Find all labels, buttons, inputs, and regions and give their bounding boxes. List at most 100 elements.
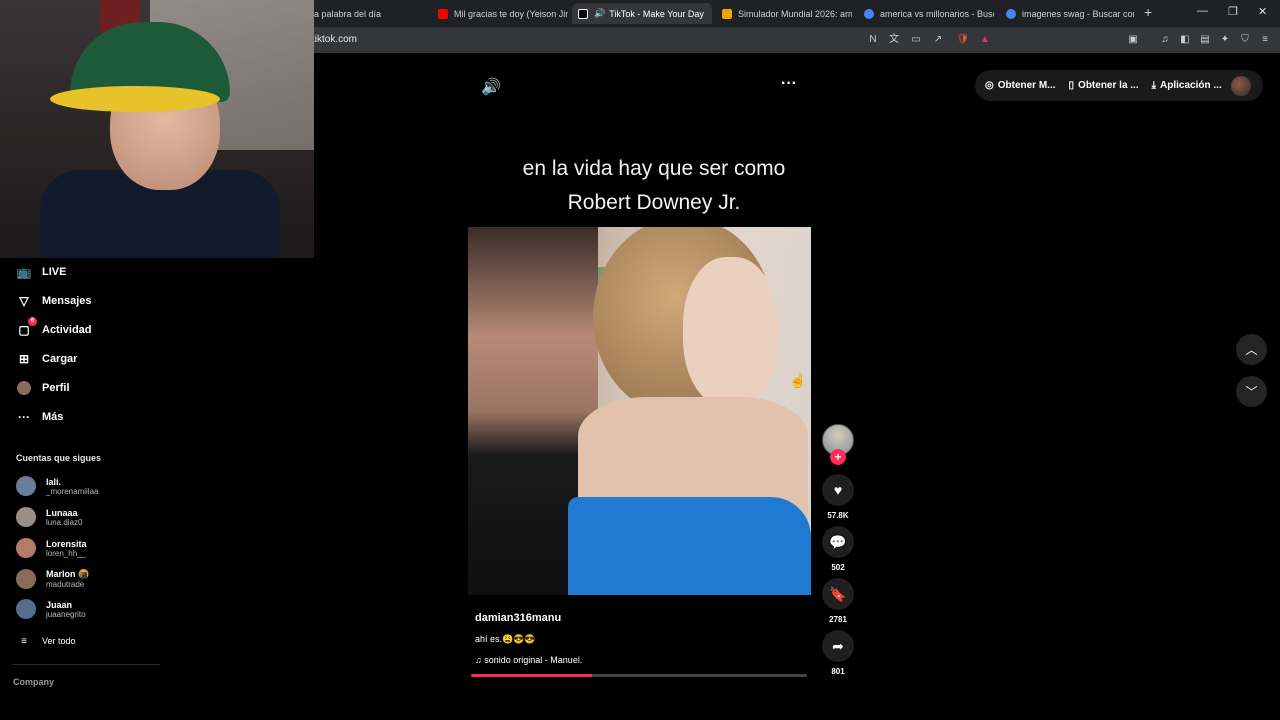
previous-video-button[interactable]: ︿: [1236, 334, 1267, 365]
sidebar-item-activity[interactable]: ▢ 6 Actividad: [16, 317, 92, 338]
share-icon[interactable]: ↗: [931, 33, 945, 47]
account-avatar: [16, 569, 36, 589]
account-name: lali.: [46, 476, 62, 487]
see-all-link[interactable]: ≡ Ver todo: [16, 633, 76, 649]
media-music-icon[interactable]: ♫: [1158, 33, 1172, 47]
get-coins-label: Obtener M...: [997, 80, 1056, 91]
phone-icon: ▯: [1068, 80, 1075, 91]
profile-avatar: [16, 380, 32, 396]
restore-icon[interactable]: ❐: [1228, 5, 1238, 18]
browser-tab[interactable]: america vs millonarios - Busca: [858, 3, 994, 24]
hand-cursor-icon: ☝: [789, 372, 807, 388]
webcam-person-cap-brim: [50, 86, 220, 112]
music-note-icon: ♫: [475, 655, 485, 665]
url-text[interactable]: tiktok.com: [312, 34, 357, 45]
following-account[interactable]: Lorensita loren_hh__: [16, 538, 87, 558]
comment-bubble-icon: 💬: [829, 533, 847, 550]
vpn-shield-icon[interactable]: ⛉: [1238, 33, 1252, 47]
get-app-button[interactable]: ▯ Obtener la ...: [1069, 80, 1139, 91]
download-app-button[interactable]: ⤓ Aplicación ...: [1152, 80, 1222, 91]
paper-plane-icon: ▽: [19, 294, 29, 308]
browser-tab[interactable]: imagenes swag - Buscar con G: [1000, 3, 1134, 24]
browser-tab[interactable]: Mil gracias te doy (Yeison Jimé: [432, 3, 568, 24]
sidebar-item-messages[interactable]: ▽ Mensajes: [16, 293, 92, 309]
translate-icon[interactable]: 文: [887, 33, 901, 47]
brave-shield-icon[interactable]: 🛡: [956, 33, 970, 47]
save-count: 2781: [829, 615, 847, 624]
video-player[interactable]: [468, 227, 811, 595]
company-link[interactable]: Company: [13, 677, 54, 687]
following-account[interactable]: Juaan juaanegrito: [16, 599, 86, 619]
heart-icon: ♥: [833, 482, 843, 498]
sidebar-item-label: Mensajes: [42, 295, 92, 307]
tab-title: a palabra del día: [314, 8, 382, 19]
share-button[interactable]: ➦: [822, 630, 854, 662]
wallet-icon[interactable]: ▤: [1198, 33, 1212, 47]
chevron-down-icon: ﹀: [1245, 385, 1258, 399]
reader-icon[interactable]: N: [866, 33, 880, 47]
video-person-right-dress: [568, 497, 811, 595]
streamer-webcam: [0, 0, 314, 258]
download-app-label: Aplicación ...: [1160, 80, 1222, 91]
follow-plus-button[interactable]: +: [830, 449, 846, 465]
sidebar-item-profile[interactable]: Perfil: [16, 380, 70, 396]
live-tv-icon: 📺: [16, 265, 32, 279]
new-tab-button[interactable]: +: [1144, 4, 1152, 20]
like-button[interactable]: ♥: [822, 474, 854, 506]
list-icon: ≡: [21, 635, 27, 647]
following-account[interactable]: Marlon 🍘 madutrade: [16, 569, 89, 589]
sidebar: 📺 LIVE ▽ Mensajes ▢ 6 Actividad ⊞ Cargar …: [0, 258, 314, 720]
chevron-up-icon: ︿: [1245, 343, 1258, 357]
account-avatar: [16, 507, 36, 527]
account-username: madutrade: [46, 580, 85, 589]
account-avatar: [16, 538, 36, 558]
minimize-icon[interactable]: —: [1197, 5, 1208, 17]
account-avatar: [16, 476, 36, 496]
cast-icon[interactable]: ▭: [909, 33, 923, 47]
rewards-triangle-icon[interactable]: ▲: [978, 33, 992, 47]
user-avatar[interactable]: [1231, 76, 1251, 96]
account-username: juaanegrito: [46, 609, 86, 619]
share-count: 801: [831, 667, 845, 676]
browser-tab-active[interactable]: 🔊 TikTok - Make Your Day ✕: [572, 3, 712, 24]
ai-sparkle-icon[interactable]: ✦: [1218, 33, 1232, 47]
comment-count: 502: [831, 563, 845, 572]
video-progress-bar[interactable]: [471, 674, 807, 677]
more-options-icon[interactable]: ···: [781, 75, 797, 93]
sidebar-item-upload[interactable]: ⊞ Cargar: [16, 351, 78, 367]
bookmark-icon: 🔖: [829, 585, 847, 602]
youtube-icon: [438, 8, 448, 19]
video-sound[interactable]: ♫ sonido original - Manuel.: [475, 655, 582, 665]
sidebar-item-label: Más: [42, 411, 64, 423]
more-dots-icon: ···: [18, 410, 30, 424]
get-coins-button[interactable]: ◎ Obtener M...: [985, 80, 1056, 91]
following-account[interactable]: lali. _morenamiilaa: [16, 476, 98, 496]
account-name: Lunaaa: [46, 507, 78, 518]
divider: [12, 664, 160, 665]
sidebar-item-more[interactable]: ··· Más: [16, 409, 63, 425]
sidebar-item-live[interactable]: 📺 LIVE: [16, 264, 67, 280]
tab-title: TikTok - Make Your Day: [609, 8, 704, 19]
tab-title: america vs millonarios - Busca: [880, 8, 994, 19]
account-name: Lorensita: [46, 538, 87, 549]
see-all-label: Ver todo: [42, 636, 76, 646]
volume-icon[interactable]: 🔊: [481, 77, 501, 97]
save-button[interactable]: 🔖: [822, 578, 854, 610]
comment-button[interactable]: 💬: [822, 526, 854, 558]
browser-tab[interactable]: a palabra del día: [308, 3, 428, 24]
video-caption: ahí es.😩😎😎: [475, 634, 536, 644]
account-username: loren_hh__: [46, 548, 87, 558]
video-author[interactable]: damian316manu: [475, 612, 561, 624]
next-video-button[interactable]: ﹀: [1236, 376, 1267, 407]
browser-tab[interactable]: Simulador Mundial 2026: armá: [716, 3, 852, 24]
top-right-header: ◎ Obtener M... ▯ Obtener la ... ⤓ Aplicació…: [975, 70, 1263, 101]
following-account[interactable]: Lunaaa luna.diaz0: [16, 507, 82, 527]
tiktok-icon: [578, 8, 588, 19]
menu-hamburger-icon[interactable]: ≡: [1258, 33, 1272, 47]
account-name: Juaan: [46, 599, 73, 610]
sidebar-toggle-icon[interactable]: ▣: [1126, 33, 1140, 47]
split-view-icon[interactable]: ◧: [1178, 33, 1192, 47]
video-overlay-text: Robert Downey Jr.: [567, 191, 741, 214]
close-window-icon[interactable]: ✕: [1258, 5, 1267, 18]
account-username: luna.diaz0: [46, 517, 83, 527]
